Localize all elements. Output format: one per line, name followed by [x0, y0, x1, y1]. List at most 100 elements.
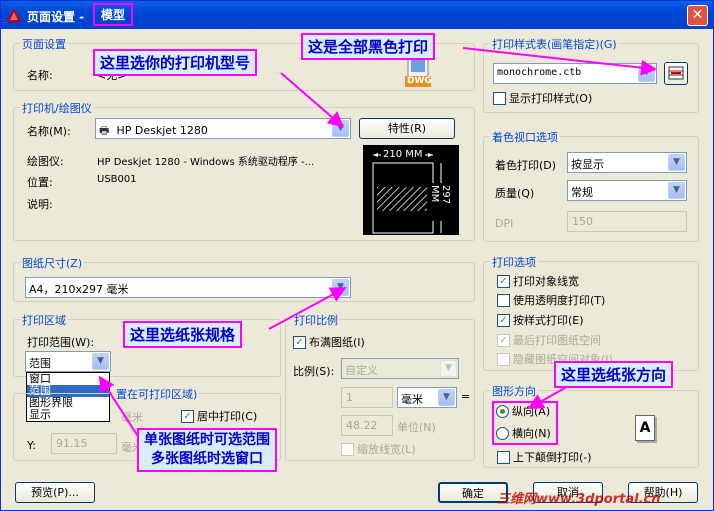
window-title: 页面设置 -	[27, 10, 85, 24]
paper-size-title: 图纸尺寸(Z)	[20, 255, 85, 271]
quality-label: 质量(Q)	[495, 187, 535, 200]
shade-plot-select[interactable]: 按显示 ▼	[567, 152, 687, 173]
y-offset-value: 91.15	[56, 437, 88, 450]
center-plot-checkbox[interactable]: ✓ 居中打印(C)	[181, 410, 257, 423]
plot-style-value: monochrome.ctb	[497, 67, 582, 78]
plot-option-label: 使用透明度打印(T)	[513, 294, 606, 307]
plot-area-title: 打印区域	[20, 312, 68, 328]
chevron-down-icon[interactable]: ▼	[332, 120, 349, 137]
printer-name-label: 名称(M):	[27, 125, 71, 138]
fit-to-paper-checkbox[interactable]: ✓ 布满图纸(I)	[293, 336, 365, 349]
printer-icon: 🖶	[99, 124, 110, 137]
checkbox-empty-icon	[497, 294, 510, 307]
plot-option-label: 打印对象线宽	[513, 275, 579, 288]
paper-preview: 210 MM 297 MM	[363, 145, 459, 235]
chevron-down-icon[interactable]: ▼	[440, 360, 457, 377]
preview-height: 297 MM	[429, 183, 451, 221]
chevron-down-icon[interactable]: ▼	[668, 182, 685, 199]
show-plot-styles-label: 显示打印样式(O)	[509, 92, 593, 105]
orientation-title: 图形方向	[490, 383, 538, 399]
scale-value: 自定义	[345, 364, 378, 377]
paper-size-value: A4，210x297 毫米	[29, 283, 129, 296]
scale-value1: 1	[346, 391, 353, 404]
scale-unit-value: 毫米	[401, 393, 423, 406]
checkmark-icon: ✓	[497, 334, 510, 347]
plotter-label: 绘图仪:	[27, 155, 64, 168]
landscape-radio[interactable]: 横向(N)	[496, 427, 551, 440]
scale-select[interactable]: 自定义 ▼	[341, 358, 459, 379]
scale-lineweight-checkbox[interactable]: 缩放线宽(L)	[341, 443, 416, 456]
scale-label: 比例(S):	[293, 365, 335, 378]
show-plot-styles-checkbox[interactable]: 显示打印样式(O)	[493, 92, 592, 105]
plot-transparency-checkbox[interactable]: 使用透明度打印(T)	[497, 294, 605, 307]
printer-value: HP Deskjet 1280	[116, 124, 208, 137]
chevron-down-icon[interactable]: ▼	[92, 353, 109, 370]
printer-select[interactable]: 🖶 HP Deskjet 1280 ▼	[95, 118, 351, 139]
scale-value1-input[interactable]: 1	[341, 387, 393, 408]
plot-style-title: 打印样式表(画笔指定)(G)	[490, 36, 619, 52]
plot-options-title: 打印选项	[490, 254, 538, 270]
watermark: 三维网www.3dportal.cn	[497, 492, 661, 507]
scale-unit-label: 单位(N)	[397, 421, 436, 434]
plot-style-select[interactable]: monochrome.ctb ▼	[493, 63, 657, 84]
preview-button[interactable]: 预览(P)...	[15, 482, 95, 503]
location-label: 位置:	[27, 176, 53, 189]
scale-equals: =	[461, 390, 471, 403]
plotter-value: HP Deskjet 1280 - Windows 系统驱动程序 -...	[97, 157, 315, 168]
shaded-viewport-title: 着色视口选项	[490, 129, 560, 145]
quality-select[interactable]: 常规 ▼	[567, 180, 687, 201]
preview-width: 210 MM	[381, 149, 425, 160]
paper-size-select[interactable]: A4，210x297 毫米 ▼	[25, 277, 351, 298]
plot-option-label: 按样式打印(E)	[513, 314, 584, 327]
scale-value2: 48.22	[346, 419, 378, 432]
plot-with-styles-checkbox[interactable]: ✓ 按样式打印(E)	[497, 314, 584, 327]
checkmark-icon: ✓	[293, 336, 306, 349]
chevron-down-icon[interactable]: ▼	[638, 65, 655, 82]
dwg-icon: DWG	[405, 56, 432, 88]
dpi-value: 150	[572, 215, 593, 228]
annotation-all-black: 这是全部黑色打印	[301, 33, 436, 60]
checkbox-empty-icon	[497, 353, 510, 366]
page-setup-name-label: 名称:	[27, 69, 53, 82]
dwg-icon-label: DWG	[407, 76, 432, 86]
scale-lineweight-label: 缩放线宽(L)	[357, 443, 416, 456]
annotation-printer-model: 这里选你的打印机型号	[93, 49, 258, 76]
title-bar: 页面设置 - 模型 ✕	[1, 1, 713, 29]
checkbox-empty-icon	[493, 92, 506, 105]
dpi-input[interactable]: 150	[567, 211, 687, 232]
edit-plot-style-button[interactable]	[664, 62, 688, 85]
checkmark-icon: ✓	[497, 314, 510, 327]
plot-option-label: 最后打印图纸空间	[513, 334, 601, 347]
annotation-range-window: 单张图纸时可选范围 多张图纸时选窗口	[137, 428, 277, 472]
plot-lineweights-checkbox[interactable]: ✓ 打印对象线宽	[497, 275, 579, 288]
page-setup-title: 页面设置	[20, 36, 68, 52]
chevron-down-icon[interactable]: ▼	[668, 154, 685, 171]
layout-name-model: 模型	[93, 3, 134, 26]
y-offset-label: Y:	[27, 439, 36, 452]
plot-scale-title: 打印比例	[292, 312, 340, 328]
close-icon[interactable]: ✕	[687, 5, 708, 26]
fit-to-paper-label: 布满图纸(I)	[309, 336, 365, 349]
checkbox-empty-icon	[497, 451, 510, 464]
checkmark-icon: ✓	[181, 410, 194, 423]
checkbox-empty-icon	[341, 443, 354, 456]
chevron-down-icon[interactable]: ▼	[332, 279, 349, 296]
checkmark-icon: ✓	[497, 275, 510, 288]
dpi-label: DPI	[495, 217, 514, 230]
plot-range-select[interactable]: 范围 ▼	[25, 351, 111, 372]
scale-unit-select[interactable]: 毫米 ▼	[397, 387, 457, 408]
autocad-icon	[7, 8, 21, 22]
landscape-label: 横向(N)	[512, 427, 551, 440]
properties-button[interactable]: 特性(R)	[359, 118, 455, 139]
upside-down-checkbox[interactable]: 上下颠倒打印(-)	[497, 451, 592, 464]
printer-group-title: 打印机/绘图仪	[20, 100, 94, 116]
upside-down-label: 上下颠倒打印(-)	[513, 451, 592, 464]
y-offset-input[interactable]: 91.15	[51, 433, 117, 454]
location-value: USB001	[97, 174, 137, 185]
portrait-radio[interactable]: 纵向(A)	[496, 405, 550, 418]
paperspace-last-checkbox[interactable]: ✓ 最后打印图纸空间	[497, 334, 601, 347]
plot-range-label: 打印范围(W):	[27, 336, 95, 349]
chevron-down-icon[interactable]: ▼	[438, 389, 455, 406]
x-unit-label: 毫米	[121, 411, 143, 424]
scale-value2-input[interactable]: 48.22	[341, 415, 393, 436]
